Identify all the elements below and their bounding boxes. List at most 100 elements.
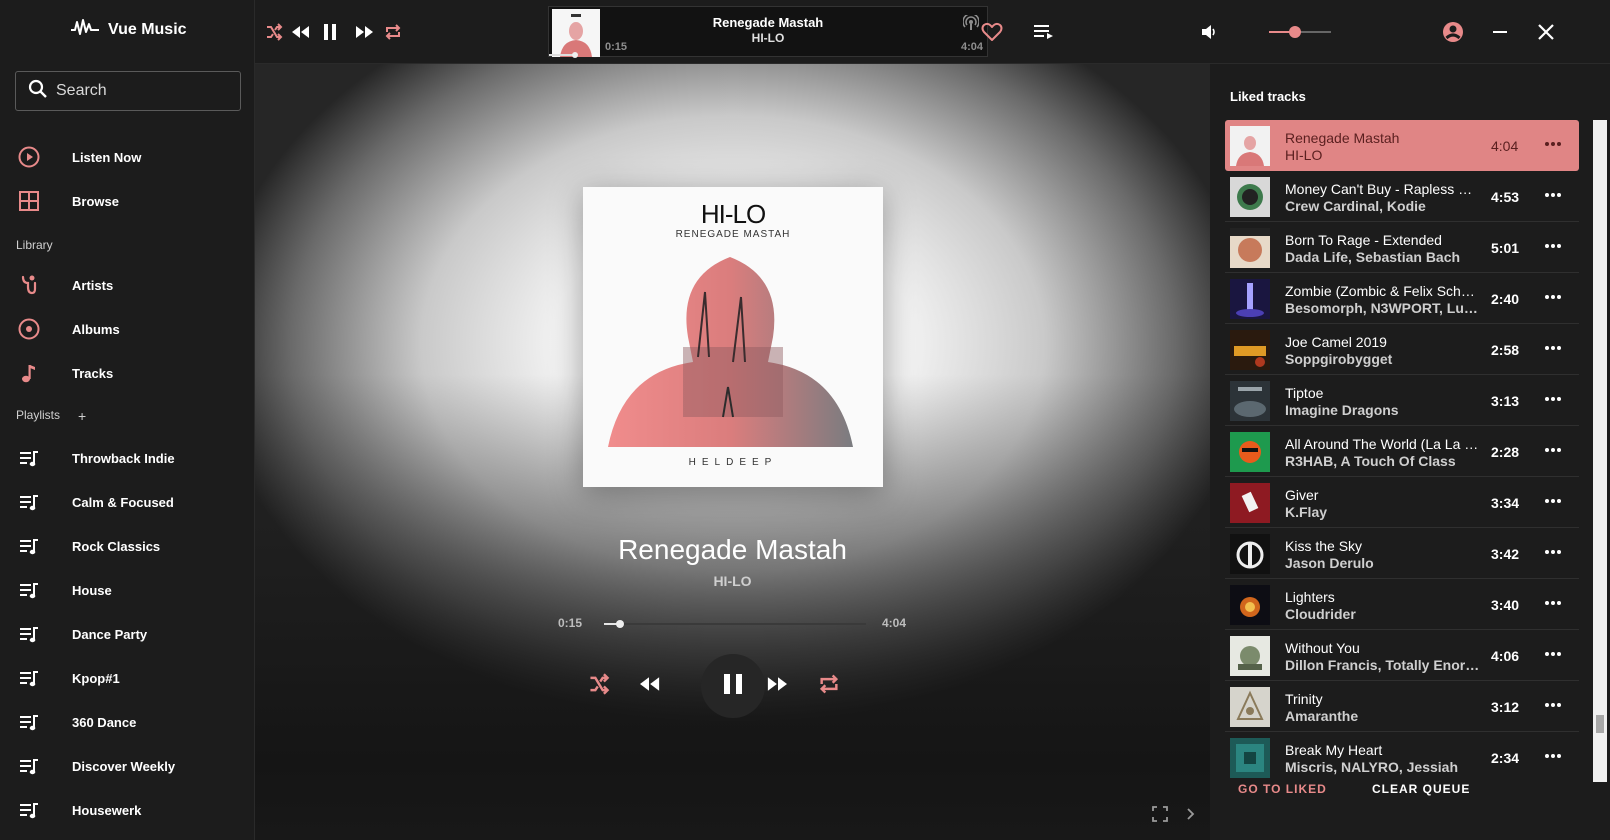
- podcast-icon[interactable]: [962, 12, 980, 36]
- playlist-item[interactable]: Rock Classics: [0, 526, 254, 566]
- rewind-icon[interactable]: [288, 20, 312, 44]
- mini-progress-knob[interactable]: [572, 52, 579, 58]
- playlist-icon: [17, 446, 41, 470]
- more-horizontal-icon[interactable]: [1543, 644, 1563, 664]
- mini-current-time: 0:15: [605, 41, 628, 53]
- pause-icon[interactable]: [318, 20, 342, 44]
- track-duration: 3:34: [1491, 495, 1520, 511]
- minimize-icon[interactable]: [1488, 20, 1512, 44]
- playlist-icon: [17, 622, 41, 646]
- repeat-icon[interactable]: [381, 20, 405, 44]
- more-horizontal-icon[interactable]: [1543, 593, 1563, 613]
- fast-forward-icon[interactable]: [764, 670, 792, 698]
- track-title: Lighters: [1285, 589, 1335, 605]
- progress-knob[interactable]: [615, 620, 624, 628]
- playlist-label: Discover Weekly: [72, 758, 176, 774]
- nav-albums[interactable]: Albums: [0, 309, 254, 349]
- track-row[interactable]: Born To Rage - Extended Dada Life, Sebas…: [1225, 222, 1579, 273]
- mini-player[interactable]: Renegade Mastah HI-LO 0:15 4:04: [548, 6, 988, 58]
- playlist-item[interactable]: Throwback Indie: [0, 438, 254, 478]
- playlist-icon: [17, 798, 41, 822]
- playlist-item[interactable]: Dance Party: [0, 614, 254, 654]
- clear-queue-button[interactable]: CLEAR QUEUE: [1372, 782, 1470, 796]
- volume-knob[interactable]: [1289, 26, 1302, 38]
- search-input[interactable]: [56, 82, 226, 100]
- track-artist: Jason Derulo: [1285, 555, 1374, 571]
- grid-icon: [17, 189, 41, 213]
- track-artist: Cloudrider: [1285, 606, 1356, 622]
- track-artist: Dada Life, Sebastian Bach: [1285, 249, 1461, 265]
- playlist-item[interactable]: 360 Dance: [0, 702, 254, 742]
- track-row[interactable]: Money Can't Buy - Rapless Extended Crew …: [1225, 171, 1579, 222]
- track-row[interactable]: Kiss the Sky Jason Derulo 3:42: [1225, 528, 1579, 579]
- close-icon[interactable]: [1534, 20, 1558, 44]
- volume-icon[interactable]: [1197, 20, 1221, 44]
- search-icon: [28, 79, 48, 104]
- more-horizontal-icon[interactable]: [1543, 287, 1563, 307]
- playlist-item[interactable]: Discover Weekly: [0, 746, 254, 786]
- more-horizontal-icon[interactable]: [1543, 338, 1563, 358]
- volume-slider[interactable]: [1269, 26, 1331, 38]
- track-duration: 4:53: [1491, 189, 1520, 205]
- go-to-liked-button[interactable]: GO TO LIKED: [1238, 782, 1327, 796]
- track-row[interactable]: Break My Heart Miscris, NALYRO, Jessiah …: [1225, 732, 1579, 780]
- more-horizontal-icon[interactable]: [1543, 389, 1563, 409]
- more-horizontal-icon[interactable]: [1543, 491, 1563, 511]
- more-horizontal-icon[interactable]: [1543, 134, 1563, 154]
- shuffle-icon[interactable]: [585, 670, 613, 698]
- app-logo[interactable]: Vue Music: [70, 18, 187, 41]
- fullscreen-icon[interactable]: [1152, 806, 1172, 826]
- more-horizontal-icon[interactable]: [1543, 695, 1563, 715]
- track-row[interactable]: Joe Camel 2019 Soppgirobygget 2:58: [1225, 324, 1579, 375]
- shuffle-icon[interactable]: [262, 20, 286, 44]
- track-title: Born To Rage - Extended: [1285, 232, 1442, 248]
- nav-browse[interactable]: Browse: [0, 181, 254, 221]
- nav-tracks[interactable]: Tracks: [0, 353, 254, 393]
- track-duration: 2:34: [1491, 750, 1520, 766]
- track-title: Giver: [1285, 487, 1319, 503]
- nav-artists[interactable]: Artists: [0, 265, 254, 305]
- more-horizontal-icon[interactable]: [1543, 185, 1563, 205]
- more-horizontal-icon[interactable]: [1543, 746, 1563, 766]
- track-artist: HI-LO: [1285, 147, 1323, 163]
- search-box[interactable]: [15, 71, 241, 111]
- now-playing-artist[interactable]: HI-LO: [255, 573, 1210, 589]
- track-thumbnail: [1230, 381, 1270, 421]
- track-list-scrollbar[interactable]: [1593, 120, 1607, 782]
- progress-bar[interactable]: [604, 620, 866, 628]
- playlist-icon: [17, 710, 41, 734]
- playlist-item[interactable]: Calm & Focused: [0, 482, 254, 522]
- track-row[interactable]: Zombie (Zombic & Felix Schorn Remix) Bes…: [1225, 273, 1579, 324]
- playlist-item[interactable]: Housewerk: [0, 790, 254, 830]
- more-horizontal-icon[interactable]: [1543, 542, 1563, 562]
- track-row[interactable]: Without You Dillon Francis, Totally Enor…: [1225, 630, 1579, 681]
- more-horizontal-icon[interactable]: [1543, 440, 1563, 460]
- track-artist: Amaranthe: [1285, 708, 1359, 724]
- play-pause-button[interactable]: [701, 654, 765, 718]
- track-row[interactable]: Tiptoe Imagine Dragons 3:13: [1225, 375, 1579, 426]
- track-row[interactable]: Trinity Amaranthe 3:12: [1225, 681, 1579, 732]
- track-row[interactable]: Lighters Cloudrider 3:40: [1225, 579, 1579, 630]
- queue-icon[interactable]: [1032, 20, 1056, 44]
- track-row[interactable]: Giver K.Flay 3:34: [1225, 477, 1579, 528]
- chevron-right-icon[interactable]: [1185, 806, 1205, 826]
- track-artist: Miscris, NALYRO, Jessiah: [1285, 759, 1459, 775]
- track-title: Zombie (Zombic & Felix Schorn Remix): [1285, 283, 1480, 299]
- playlist-label: Rock Classics: [72, 538, 161, 554]
- playlist-item[interactable]: Kpop#1: [0, 658, 254, 698]
- account-icon[interactable]: [1441, 20, 1465, 44]
- playlist-icon: [17, 578, 41, 602]
- track-title: Money Can't Buy - Rapless Extended: [1285, 181, 1480, 197]
- more-horizontal-icon[interactable]: [1543, 236, 1563, 256]
- scrollbar-thumb[interactable]: [1596, 715, 1604, 733]
- playlist-item[interactable]: House: [0, 570, 254, 610]
- playlist-icon: [17, 754, 41, 778]
- heart-icon[interactable]: [980, 20, 1004, 44]
- rewind-icon[interactable]: [635, 670, 663, 698]
- track-row[interactable]: Renegade Mastah HI-LO 4:04: [1225, 120, 1579, 171]
- track-row[interactable]: All Around The World (La La La) R3HAB, A…: [1225, 426, 1579, 477]
- nav-listen-now[interactable]: Listen Now: [0, 137, 254, 177]
- add-playlist-button[interactable]: +: [78, 408, 86, 424]
- fast-forward-icon[interactable]: [353, 20, 377, 44]
- repeat-icon[interactable]: [815, 670, 843, 698]
